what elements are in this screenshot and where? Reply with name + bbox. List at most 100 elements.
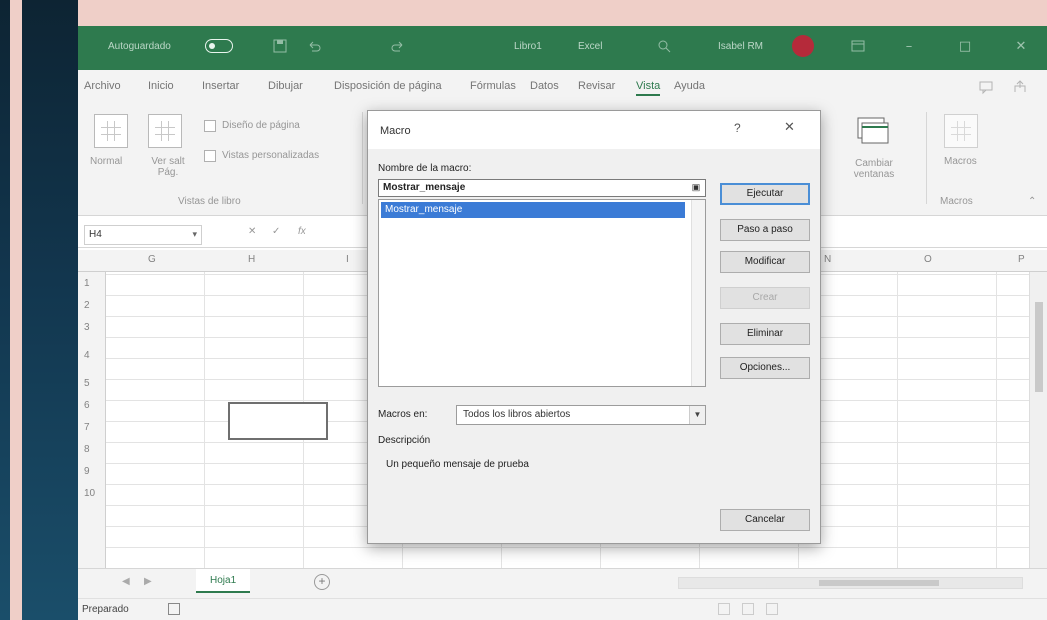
switch-windows-icon[interactable]	[854, 114, 890, 146]
ribbon-display-icon[interactable]	[850, 38, 866, 54]
undo-icon[interactable]	[306, 38, 322, 54]
sheet-tab-hoja1[interactable]: Hoja1	[196, 569, 251, 593]
app-name: Excel	[578, 41, 603, 52]
dialog-title-bar: Macro ? ✕	[368, 111, 820, 149]
horizontal-scrollbar[interactable]	[678, 577, 1023, 589]
macro-list[interactable]: Mostrar_mensaje	[378, 199, 706, 387]
row-header[interactable]: 10	[84, 488, 95, 499]
cancel-formula-icon[interactable]: ✕	[248, 226, 256, 237]
scroll-thumb[interactable]	[1035, 302, 1043, 392]
normal-view-status-icon[interactable]	[718, 603, 730, 615]
page-break-status-icon[interactable]	[766, 603, 778, 615]
create-button[interactable]: Crear	[720, 287, 810, 309]
comments-icon[interactable]	[978, 79, 994, 95]
collapse-ribbon-icon[interactable]: ⌃	[1028, 196, 1036, 207]
tab-revisar[interactable]: Revisar	[578, 80, 615, 92]
sheet-tab-bar: ◀ ▶ Hoja1 +	[78, 568, 1047, 598]
redo-icon[interactable]	[390, 38, 406, 54]
scroll-thumb[interactable]	[819, 580, 939, 586]
macro-dialog: Macro ? ✕ Nombre de la macro: Mostrar_me…	[367, 110, 821, 544]
column-header[interactable]: O	[924, 254, 932, 265]
column-header[interactable]: N	[824, 254, 831, 265]
column-header[interactable]: I	[346, 254, 349, 265]
chevron-down-icon[interactable]: ▾	[192, 229, 197, 240]
cancel-button[interactable]: Cancelar	[720, 509, 810, 531]
tab-formulas[interactable]: Fórmulas	[470, 80, 516, 92]
tab-ayuda[interactable]: Ayuda	[674, 80, 705, 92]
help-icon[interactable]: ?	[734, 121, 741, 135]
macro-record-icon[interactable]	[168, 603, 180, 615]
macros-in-label: Macros en:	[378, 409, 428, 420]
minimize-icon[interactable]: –	[900, 38, 918, 56]
macros-in-select[interactable]: Todos los libros abiertos ▼	[456, 405, 706, 425]
close-icon[interactable]: ✕	[784, 120, 795, 135]
group-separator	[926, 112, 927, 204]
search-icon[interactable]	[656, 38, 672, 54]
delete-button[interactable]: Eliminar	[720, 323, 810, 345]
row-header[interactable]: 9	[84, 466, 90, 477]
page-layout-label[interactable]: Diseño de página	[222, 120, 300, 131]
edit-button[interactable]: Modificar	[720, 251, 810, 273]
run-button[interactable]: Ejecutar	[720, 183, 810, 205]
dialog-title: Macro	[380, 125, 411, 137]
custom-views-label[interactable]: Vistas personalizadas	[222, 150, 319, 161]
page-break-view-icon[interactable]	[148, 114, 182, 148]
custom-views-icon[interactable]	[204, 150, 216, 162]
description-label: Descripción	[378, 435, 431, 446]
avatar[interactable]	[792, 35, 814, 57]
column-header[interactable]: H	[248, 254, 255, 265]
close-window-icon[interactable]: ✕	[1012, 38, 1030, 56]
chevron-down-icon[interactable]: ▼	[689, 406, 705, 424]
vertical-scrollbar[interactable]	[1029, 272, 1047, 568]
normal-view-icon[interactable]	[94, 114, 128, 148]
page-layout-icon[interactable]	[204, 120, 216, 132]
row-header[interactable]: 5	[84, 378, 90, 389]
row-header[interactable]: 3	[84, 322, 90, 333]
user-name[interactable]: Isabel RM	[718, 41, 763, 52]
macros-icon[interactable]	[944, 114, 978, 148]
macro-name-field[interactable]: Mostrar_mensaje	[378, 179, 706, 197]
add-sheet-icon[interactable]: +	[314, 574, 330, 590]
tab-insertar[interactable]: Insertar	[202, 80, 239, 92]
column-header[interactable]: G	[148, 254, 156, 265]
macros-button-label[interactable]: Macros	[944, 156, 977, 167]
ribbon-tabs: Archivo Inicio Insertar Dibujar Disposic…	[78, 70, 1047, 104]
maximize-icon[interactable]: □	[956, 38, 974, 56]
tab-datos[interactable]: Datos	[530, 80, 559, 92]
options-button[interactable]: Opciones...	[720, 357, 810, 379]
page-layout-status-icon[interactable]	[742, 603, 754, 615]
selected-cell[interactable]	[228, 402, 328, 440]
tab-vista[interactable]: Vista	[636, 80, 661, 96]
row-header[interactable]: 1	[84, 278, 90, 289]
row-header[interactable]: 2	[84, 300, 90, 311]
status-text: Preparado	[82, 604, 129, 615]
document-title: Libro1	[514, 41, 542, 52]
name-box[interactable]: H4 ▾	[84, 225, 202, 245]
autosave-toggle[interactable]	[205, 39, 233, 53]
list-scrollbar[interactable]	[691, 200, 705, 386]
row-header[interactable]: 8	[84, 444, 90, 455]
tab-inicio[interactable]: Inicio	[148, 80, 174, 92]
tab-disposicion[interactable]: Disposición de página	[334, 80, 442, 92]
group-label-workbook-views: Vistas de libro	[178, 196, 241, 207]
save-icon[interactable]	[272, 38, 288, 54]
tab-dibujar[interactable]: Dibujar	[268, 80, 303, 92]
group-label-macros: Macros	[940, 196, 973, 207]
enter-formula-icon[interactable]: ✓	[272, 226, 280, 237]
share-icon[interactable]	[1012, 79, 1028, 95]
next-sheet-icon[interactable]: ▶	[144, 576, 152, 587]
insert-function-icon[interactable]: fx	[298, 226, 306, 237]
list-item[interactable]: Mostrar_mensaje	[381, 202, 685, 218]
tab-archivo[interactable]: Archivo	[84, 80, 121, 92]
row-header[interactable]: 4	[84, 350, 90, 361]
macros-in-value: Todos los libros abiertos	[463, 409, 571, 420]
collapse-dialog-icon[interactable]: ▣	[688, 180, 704, 195]
row-header[interactable]: 6	[84, 400, 90, 411]
prev-sheet-icon[interactable]: ◀	[122, 576, 130, 587]
row-header[interactable]: 7	[84, 422, 90, 433]
page-break-label: Ver salt Pág.	[151, 156, 185, 178]
column-header[interactable]: P	[1018, 254, 1025, 265]
description-text: Un pequeño mensaje de prueba	[386, 459, 529, 470]
switch-windows-label[interactable]: Cambiar ventanas	[842, 158, 906, 180]
step-into-button[interactable]: Paso a paso	[720, 219, 810, 241]
